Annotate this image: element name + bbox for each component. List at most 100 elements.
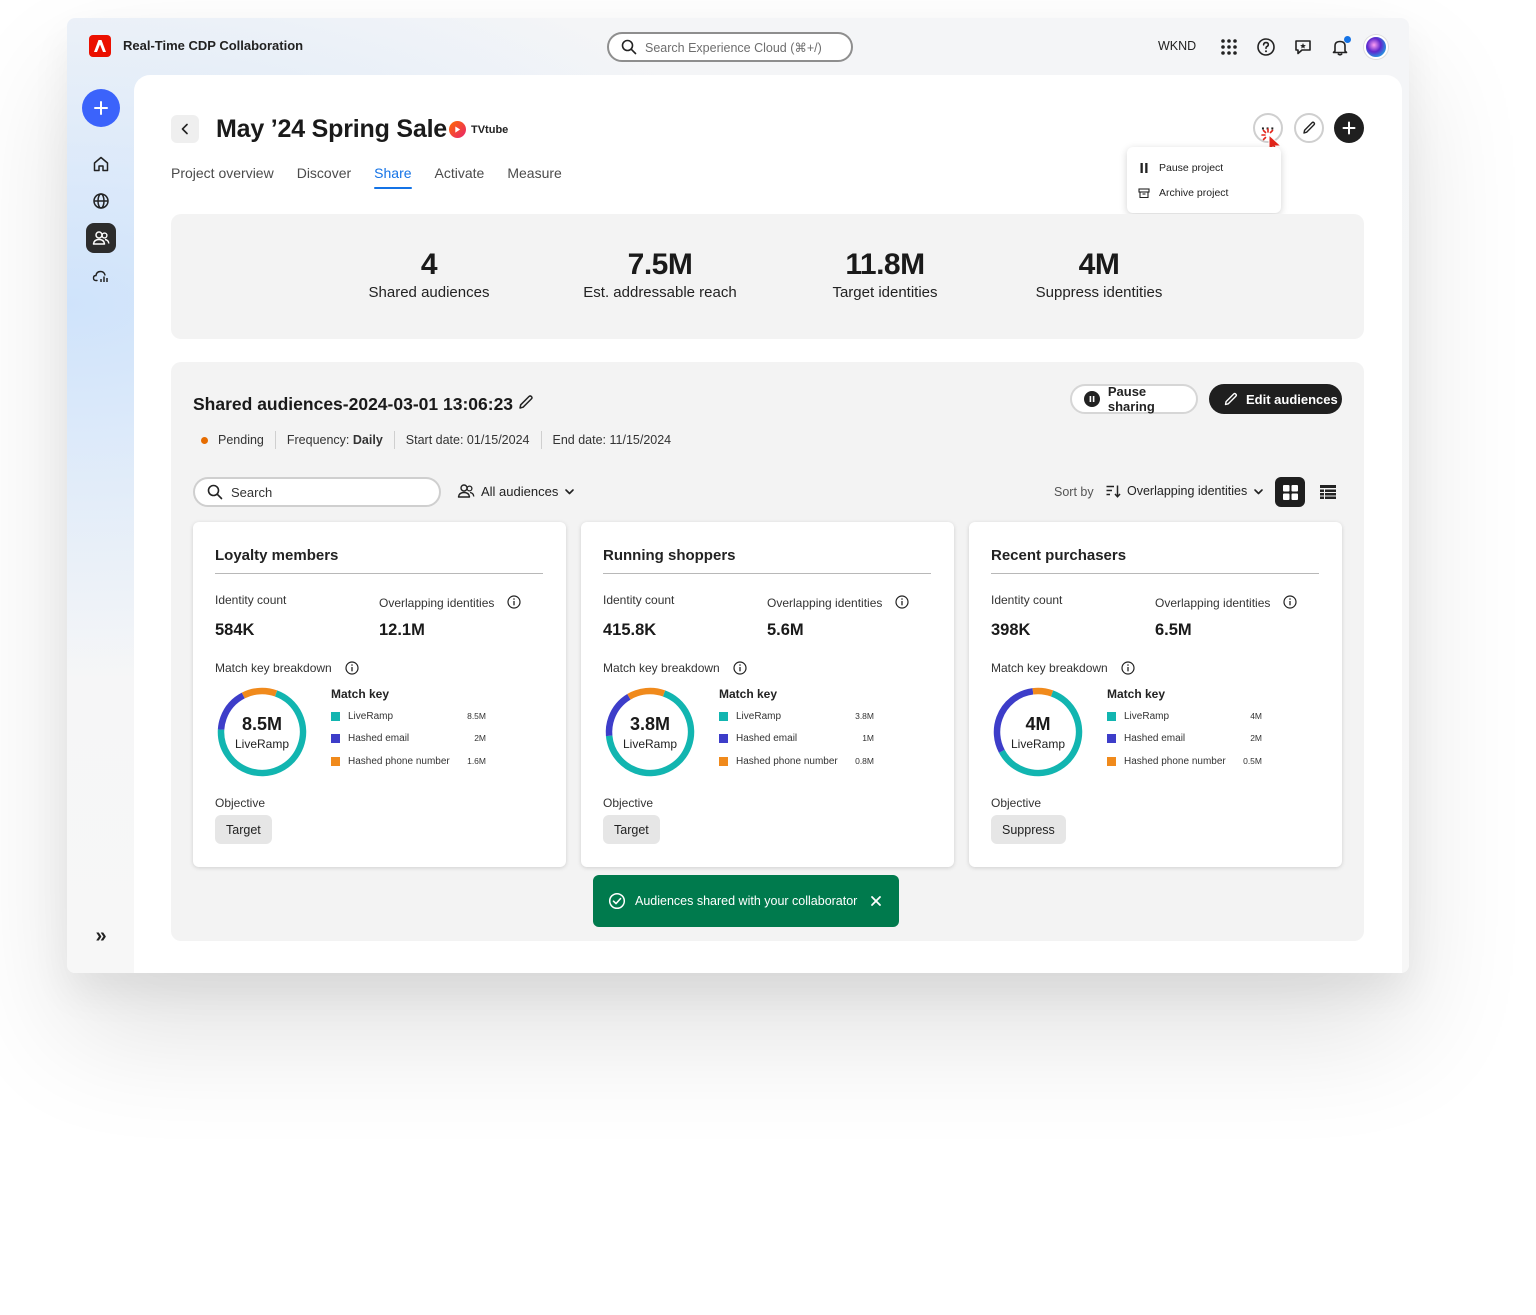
experience-cloud-search-input[interactable]: Search Experience Cloud (⌘+/): [607, 32, 853, 62]
menu-item-label: Archive project: [1159, 186, 1229, 199]
close-icon[interactable]: [869, 894, 883, 908]
objective-label: Objective: [991, 796, 1042, 810]
info-icon[interactable]: [895, 595, 909, 609]
share-meta: Pending Frequency: Daily Start date: 01/…: [201, 431, 671, 449]
legend-item: LiveRamp 8.5M: [331, 708, 486, 724]
audiences-icon: [457, 484, 475, 498]
list-view-button[interactable]: [1313, 477, 1343, 507]
legend-label: Hashed email: [348, 732, 410, 744]
audience-card[interactable]: Running shoppers Identity count Overlapp…: [581, 522, 954, 867]
stat-value: 7.5M: [627, 248, 693, 281]
top-bar: Real-Time CDP Collaboration Search Exper…: [67, 18, 1409, 74]
grid-view-button[interactable]: [1275, 477, 1305, 507]
org-switcher[interactable]: WKND: [1158, 39, 1196, 53]
cloud-chart-icon: [92, 270, 108, 282]
identity-count-label: Identity count: [603, 593, 675, 607]
rail-globe[interactable]: [86, 186, 116, 216]
pencil-icon: [1303, 121, 1316, 134]
objective-badge: Suppress: [991, 815, 1066, 844]
tab-discover[interactable]: Discover: [297, 165, 351, 189]
sort-dropdown[interactable]: Overlapping identities: [1105, 483, 1270, 499]
stat-target-identities: 11.8M Target identities: [775, 248, 995, 301]
identity-count-label: Identity count: [991, 593, 1063, 607]
tab-measure[interactable]: Measure: [507, 165, 561, 189]
identity-count: 584K: [215, 621, 255, 639]
overlap-label: Overlapping identities: [767, 596, 883, 610]
stat-suppress-identities: 4M Suppress identities: [989, 248, 1209, 301]
sort-label: Sort by: [1054, 485, 1094, 499]
tab-share[interactable]: Share: [374, 165, 412, 189]
tab-activate[interactable]: Activate: [435, 165, 485, 189]
feedback-icon[interactable]: [1292, 36, 1314, 58]
breakdown-label: Match key breakdown: [215, 661, 332, 675]
help-icon[interactable]: [1255, 36, 1277, 58]
pause-sharing-button[interactable]: Pause sharing: [1070, 384, 1198, 414]
audience-name: Loyalty members: [215, 547, 339, 564]
edit-project-button[interactable]: [1294, 113, 1324, 143]
overlap-label: Overlapping identities: [379, 596, 495, 610]
edit-share-name-button[interactable]: [515, 391, 537, 413]
status-text: Pending: [218, 433, 264, 447]
search-placeholder: Search: [231, 484, 273, 500]
legend-value: 1.6M: [467, 756, 486, 766]
stat-value: 11.8M: [845, 248, 925, 281]
tab-project-overview[interactable]: Project overview: [171, 165, 274, 189]
legend-label: LiveRamp: [348, 710, 394, 722]
overlap-value: 6.5M: [1155, 621, 1192, 639]
rail-audiences[interactable]: [86, 223, 116, 253]
table-view-icon: [1320, 485, 1336, 499]
pause-sharing-label: Pause sharing: [1107, 384, 1155, 414]
apps-grid-icon[interactable]: [1218, 36, 1240, 58]
donut-center-label: LiveRamp: [234, 736, 290, 751]
legend-value: 4M: [1250, 711, 1262, 721]
summary-stats: 4 Shared audiences 7.5M Est. addressable…: [171, 214, 1364, 339]
grid-view-icon: [1282, 484, 1298, 500]
expand-rail-icon[interactable]: »: [89, 924, 113, 948]
rail-home[interactable]: [86, 149, 116, 179]
legend-item: Hashed email 2M: [331, 730, 486, 746]
project-actions-menu: Pause project Archive project: [1127, 147, 1281, 213]
app-name[interactable]: Real-Time CDP Collaboration: [123, 38, 303, 53]
audience-search-input[interactable]: Search: [193, 477, 441, 507]
adobe-logo-icon[interactable]: [89, 35, 111, 57]
add-button[interactable]: [1334, 113, 1364, 143]
menu-item-archive-project[interactable]: Archive project: [1137, 180, 1271, 205]
audiences-icon: [92, 231, 110, 245]
user-avatar[interactable]: [1364, 35, 1388, 59]
edit-audiences-button[interactable]: Edit audiences: [1209, 384, 1342, 414]
home-icon: [93, 156, 109, 172]
breakdown-label: Match key breakdown: [603, 661, 720, 675]
overlap-label: Overlapping identities: [1155, 596, 1271, 610]
legend-label: LiveRamp: [1124, 710, 1170, 722]
info-icon[interactable]: [507, 595, 521, 609]
stat-value: 4: [420, 248, 438, 281]
donut-center-label: LiveRamp: [622, 736, 678, 751]
stat-label: Est. addressable reach: [583, 284, 737, 301]
create-button[interactable]: [82, 89, 120, 127]
legend-label: Hashed email: [736, 732, 798, 744]
globe-icon: [93, 193, 109, 209]
info-icon[interactable]: [1121, 661, 1135, 675]
frequency-value: Daily: [352, 433, 383, 447]
audience-filter-dropdown[interactable]: All audiences: [457, 482, 581, 500]
sort-icon: [1106, 485, 1121, 498]
legend-label: Hashed email: [1124, 732, 1186, 744]
info-icon[interactable]: [1283, 595, 1297, 609]
audience-card[interactable]: Recent purchasers Identity count Overlap…: [969, 522, 1342, 867]
donut-center-value: 8.5M: [241, 713, 283, 734]
audience-card[interactable]: Loyalty members Identity count Overlappi…: [193, 522, 566, 867]
legend-value: 2M: [1250, 733, 1262, 743]
rail-measure[interactable]: [86, 261, 116, 291]
plus-icon: [1342, 121, 1356, 135]
start-date: Start date: 01/15/2024: [405, 433, 530, 447]
info-icon[interactable]: [733, 661, 747, 675]
overlap-value: 12.1M: [379, 621, 425, 639]
legend-label: LiveRamp: [736, 710, 782, 722]
edit-audiences-label: Edit audiences: [1246, 391, 1338, 407]
stat-label: Suppress identities: [1035, 284, 1163, 301]
pencil-icon: [519, 395, 533, 409]
info-icon[interactable]: [345, 661, 359, 675]
back-button[interactable]: [171, 115, 199, 143]
menu-item-pause-project[interactable]: Pause project: [1137, 155, 1271, 180]
legend-item: Hashed email 1M: [719, 730, 874, 746]
